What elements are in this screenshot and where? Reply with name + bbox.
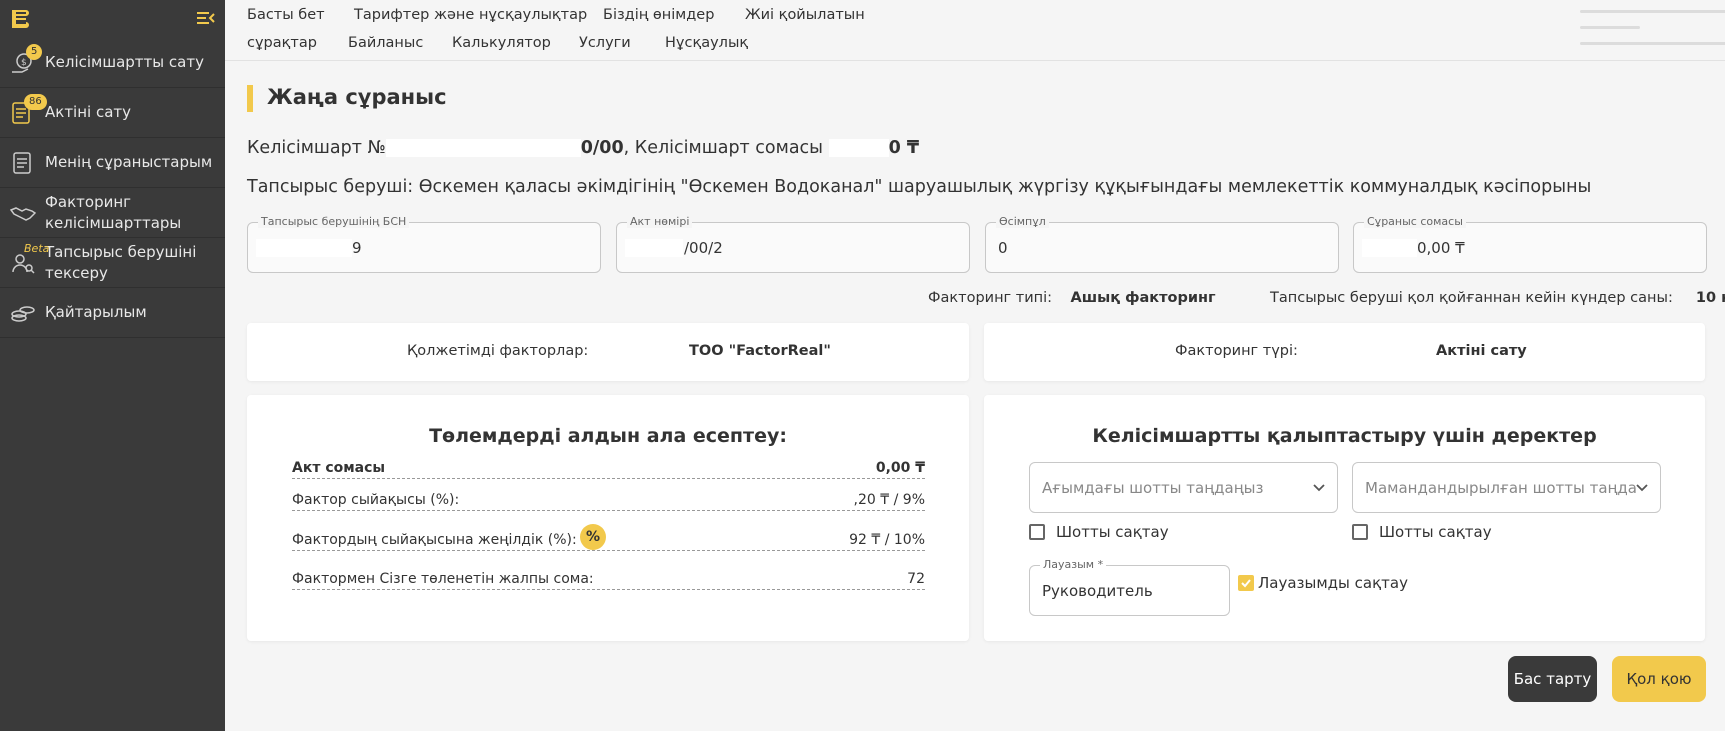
sidebar-badge: 86 (24, 94, 47, 110)
sidebar-badge: 5 (26, 44, 43, 60)
save-account-label-1: Шотты сақтау (1056, 523, 1169, 541)
calc-row-factor-fee: Фактор сыйақысы (%): ,20 ₸ / 9% (292, 489, 925, 511)
masked-value (828, 139, 889, 157)
factoring-kind-label: Факторинг түрі: (1175, 343, 1298, 359)
nav-link-contacts[interactable]: Байланыс (348, 35, 423, 51)
sidebar-item-check-customer[interactable]: Beta Тапсырыс берушіні тексеру (0, 238, 225, 288)
sidebar-item-label: Келісімшартты сату (45, 53, 204, 71)
customer-bin-field[interactable]: Тапсырыс берушінің БСН 9 (247, 215, 601, 273)
factoring-kind-card: Факторинг түрі: Актіні сату (984, 323, 1705, 381)
coins-icon (11, 305, 35, 322)
calc-title: Төлемдерді алдын ала есептеу: (429, 425, 787, 447)
nav-link-faq[interactable]: Жиі қойылатын (745, 7, 865, 23)
field-value: 0,00 ₸ (1417, 239, 1465, 257)
field-label: Сұраныс сомасы (1364, 215, 1466, 228)
sidebar-item-label: Факторинг келісімшарттары (45, 192, 182, 232)
handshake-icon (10, 206, 36, 221)
cancel-button[interactable]: Бас тарту (1508, 656, 1597, 702)
save-account-checkbox-1[interactable] (1029, 524, 1045, 540)
factoring-kind-value: Актіні сату (1436, 343, 1527, 359)
select-placeholder: Ағымдағы шотты таңдаңыз (1042, 479, 1264, 497)
payment-calc-card: Төлемдерді алдын ала есептеу: Акт сомасы… (247, 395, 969, 641)
sidebar-item-label: Менің сұраныстарым (45, 153, 213, 171)
user-info-masked[interactable] (1580, 6, 1725, 54)
field-label: Өсімпұл (996, 215, 1049, 228)
act-number-field[interactable]: Акт нөмірі /00/2 (616, 215, 970, 273)
save-account-label-2: Шотты сақтау (1379, 523, 1492, 541)
main-content: Жаңа сұраныс Келісімшарт № 0/00, Келісімш… (225, 61, 1725, 731)
field-value: 9 (352, 239, 362, 257)
user-search-icon (12, 253, 35, 274)
discount-percent-icon[interactable]: % (580, 524, 606, 550)
save-position-checkbox[interactable] (1238, 575, 1254, 591)
position-field[interactable]: Лауазым * Руководитель (1029, 558, 1230, 616)
sidebar-item-sell-contract[interactable]: $ 5 Келісімшартты сату (0, 38, 225, 88)
nav-link-home[interactable]: Басты бет (247, 7, 325, 23)
calc-row-discount: Фактордың сыйақысына жеңілдік (%): 92 ₸ … (292, 529, 925, 551)
field-label: Лауазым * (1040, 558, 1107, 571)
masked-value (256, 239, 352, 257)
save-account-checkbox-2[interactable] (1352, 524, 1368, 540)
chevron-down-icon (1313, 484, 1325, 492)
masked-value (625, 239, 683, 257)
growth-field[interactable]: Өсімпұл 0 (985, 215, 1339, 273)
sidebar-item-label: Тапсырыс берушіні тексеру (45, 242, 197, 282)
page-title: Жаңа сұраныс (247, 85, 447, 112)
current-account-select[interactable]: Ағымдағы шотты таңдаңыз (1029, 462, 1338, 513)
nav-link-products[interactable]: Біздің өнімдер (603, 7, 714, 23)
select-placeholder: Мамандандырылған шотты таңдаңыз (1365, 479, 1637, 497)
field-value: 0 (998, 239, 1008, 257)
sidebar-header (0, 0, 225, 38)
nav-link-tariffs[interactable]: Тарифтер және нұсқаулықтар (354, 7, 587, 23)
contract-info: Келісімшарт № 0/00, Келісімшарт сомасы 0 … (247, 138, 920, 158)
nav-link-faq-cont[interactable]: сұрақтар (247, 35, 317, 51)
calc-row-total: Фактормен Сізге төленетін жалпы сома: 72 (292, 568, 925, 590)
special-account-select[interactable]: Мамандандырылған шотты таңдаңыз (1352, 462, 1661, 513)
save-position-label: Лауазымды сақтау (1258, 574, 1408, 592)
sidebar: $ 5 Келісімшартты сату 86 Актіні сату Ме… (0, 0, 225, 731)
field-value: Руководитель (1042, 582, 1153, 600)
contract-data-title: Келісімшартты қалыптастыру үшін деректер (1092, 425, 1597, 447)
contract-data-card: Келісімшартты қалыптастыру үшін деректер… (984, 395, 1705, 641)
request-amount-field[interactable]: Сұраныс сомасы 0,00 ₸ (1353, 215, 1707, 273)
factoring-type: Факторинг типі: Ашық факторинг (928, 290, 1216, 306)
calc-row-act-amount: Акт сомасы 0,00 ₸ (292, 457, 925, 479)
field-label: Акт нөмірі (627, 215, 693, 228)
field-label: Тапсырыс берушінің БСН (258, 215, 410, 228)
sidebar-item-label: Қайтарылым (45, 303, 147, 321)
masked-value (1362, 239, 1417, 257)
days-count: Тапсырыс беруші қол қойғаннан кейін күнд… (1270, 290, 1725, 306)
document-icon (13, 151, 31, 174)
available-factors-label: Қолжетімді факторлар: (407, 343, 589, 359)
svg-text:$: $ (21, 58, 27, 68)
sidebar-item-label: Актіні сату (45, 103, 132, 121)
logo-icon[interactable] (8, 6, 32, 30)
available-factors-value: ТОО "FactorReal" (689, 343, 831, 359)
sidebar-item-sell-act[interactable]: 86 Актіні сату (0, 88, 225, 138)
nav-link-guide[interactable]: Нұсқаулық (665, 35, 748, 51)
nav-link-services[interactable]: Услуги (579, 35, 631, 51)
check-icon (1241, 579, 1251, 588)
available-factors-card: Қолжетімді факторлар: ТОО "FactorReal" (247, 323, 969, 381)
chevron-down-icon (1636, 484, 1648, 492)
nav-link-calculator[interactable]: Калькулятор (452, 35, 551, 51)
masked-value (385, 139, 581, 157)
sidebar-item-returns[interactable]: Қайтарылым (0, 288, 225, 338)
sidebar-item-factoring-contracts[interactable]: Факторинг келісімшарттары (0, 188, 225, 238)
sign-button[interactable]: Қол қою (1612, 656, 1706, 702)
collapse-menu-icon[interactable] (197, 10, 215, 26)
field-value: /00/2 (684, 239, 723, 257)
sidebar-item-my-requests[interactable]: Менің сұраныстарым (0, 138, 225, 188)
top-navigation: Басты бет Тарифтер және нұсқаулықтар Біз… (225, 0, 1725, 61)
customer-info: Тапсырыс беруші: Өскемен қаласы әкімдігі… (247, 177, 1592, 197)
